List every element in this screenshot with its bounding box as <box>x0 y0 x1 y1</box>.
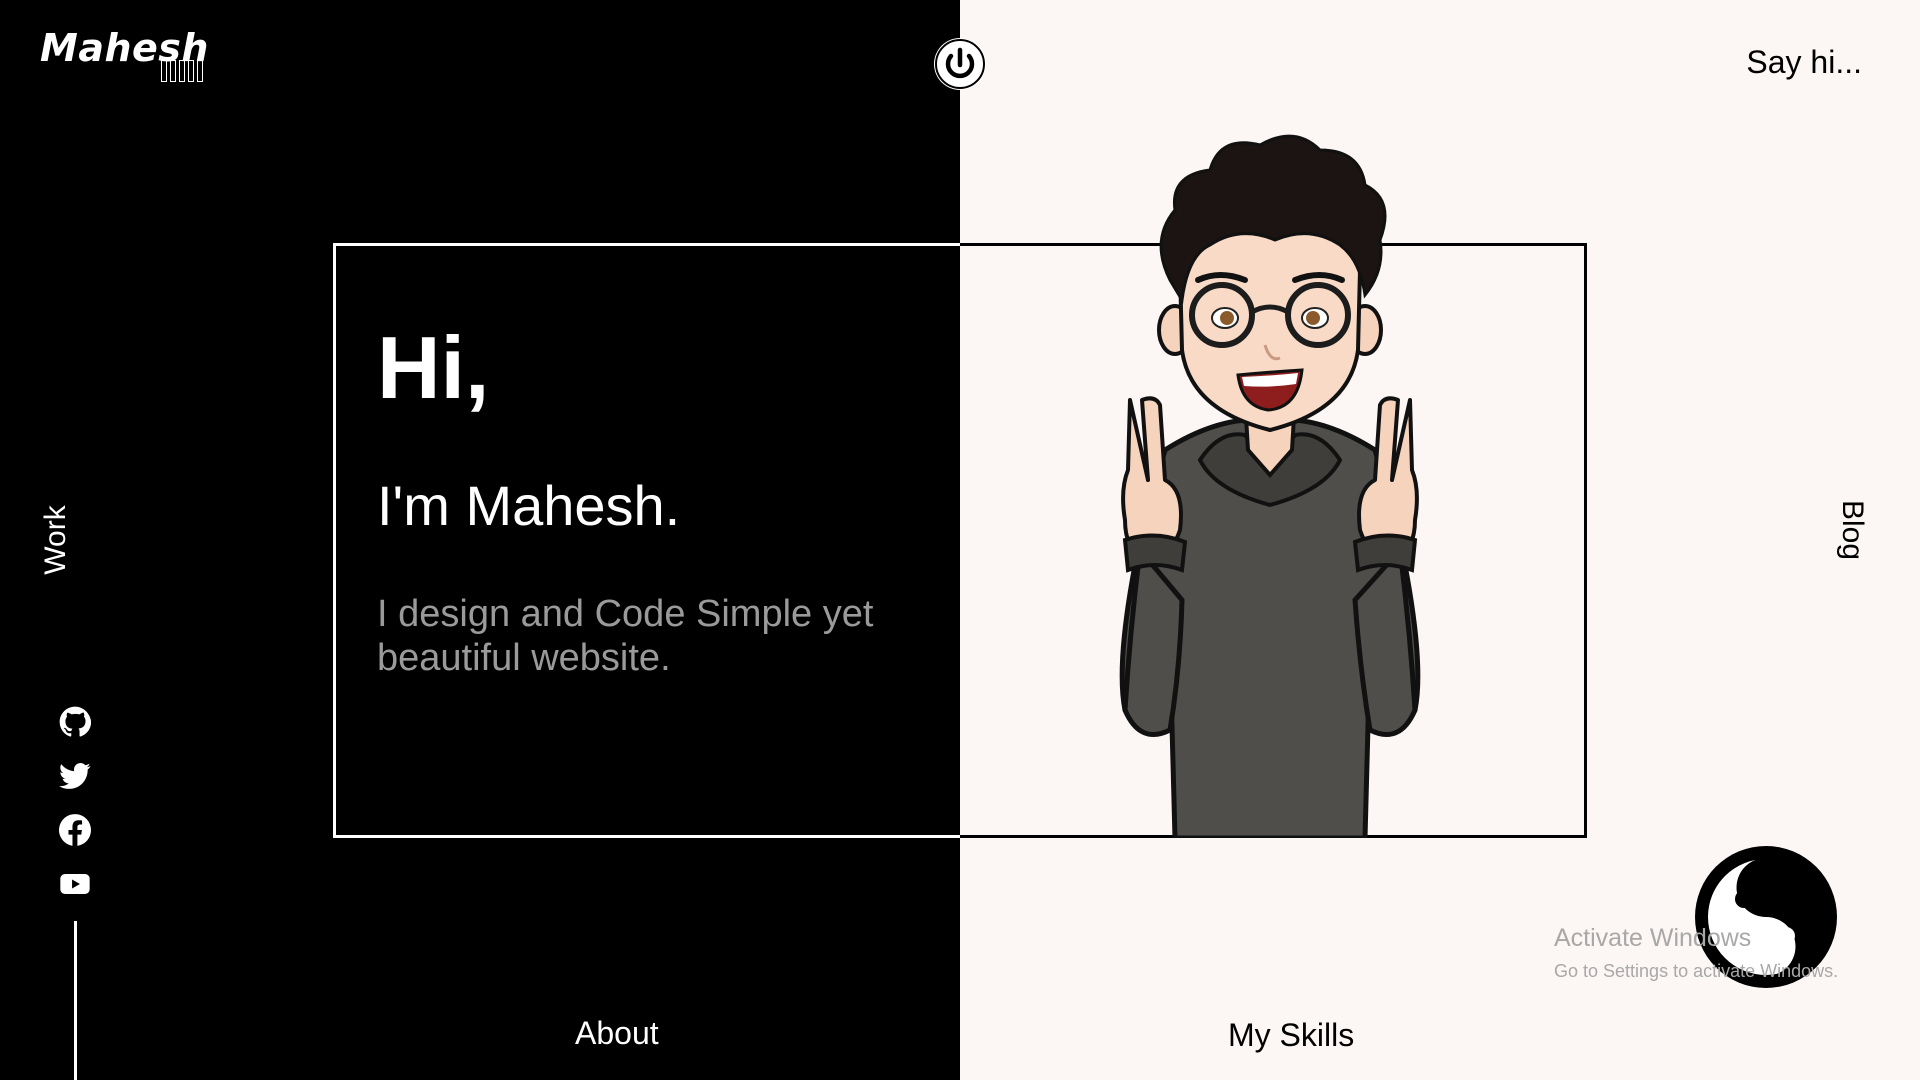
logo-bars-decoration <box>161 60 203 82</box>
avatar-illustration <box>1070 130 1470 838</box>
github-icon <box>59 706 91 737</box>
greeting-heading: Hi, <box>377 318 490 417</box>
say-hi-link[interactable]: Say hi... <box>1746 44 1862 81</box>
yin-yang-button[interactable] <box>1693 844 1839 990</box>
about-link[interactable]: About <box>575 1015 659 1052</box>
tagline-text: I design and Code Simple yet beautiful w… <box>377 593 874 679</box>
yin-yang-icon <box>1695 846 1837 988</box>
social-divider-line <box>74 921 77 1080</box>
power-icon <box>935 39 985 89</box>
facebook-icon <box>59 814 91 846</box>
facebook-link[interactable] <box>59 814 91 846</box>
blog-link[interactable]: Blog <box>1835 500 1869 560</box>
github-link[interactable] <box>59 706 91 738</box>
work-link[interactable]: Work <box>39 505 73 574</box>
youtube-link[interactable] <box>59 868 91 900</box>
name-heading: I'm Mahesh. <box>377 474 681 537</box>
my-skills-link[interactable]: My Skills <box>1228 1017 1354 1054</box>
twitter-link[interactable] <box>59 760 91 792</box>
youtube-icon <box>60 874 90 894</box>
power-toggle-button[interactable] <box>934 38 986 90</box>
twitter-icon <box>59 763 91 789</box>
social-links <box>58 706 92 900</box>
intro-card-text-panel: Hi, I'm Mahesh. I design and Code Simple… <box>333 243 960 838</box>
